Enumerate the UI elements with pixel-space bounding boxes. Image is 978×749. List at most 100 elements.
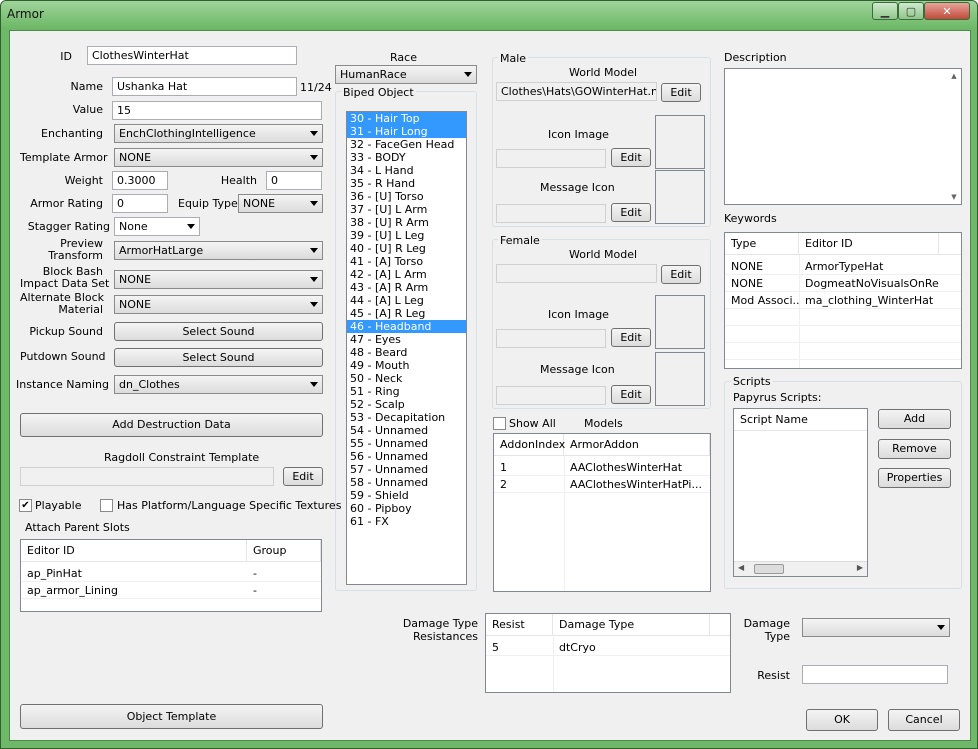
close-button[interactable]: ✕ (924, 2, 970, 20)
platform-textures-checkbox[interactable] (100, 499, 113, 512)
putdown-sound-button[interactable]: Select Sound (114, 348, 323, 367)
playable-checkbox[interactable]: ✔ (19, 499, 32, 512)
biped-list-item[interactable]: 60 - Pipboy (347, 502, 466, 515)
equip-type-select[interactable]: NONE (238, 194, 323, 213)
properties-button[interactable]: Properties (878, 468, 951, 488)
preview-transform-select[interactable]: ArmorHatLarge (114, 241, 323, 260)
add-script-button[interactable]: Add (878, 409, 951, 429)
table-row[interactable]: NONE ArmorTypeHat (725, 258, 961, 275)
alternate-block-select[interactable]: NONE (114, 295, 323, 314)
biped-list-item[interactable]: 59 - Shield (347, 489, 466, 502)
column-header-addon-index[interactable]: AddonIndex (494, 434, 565, 456)
male-icon-image-edit-button[interactable]: Edit (611, 148, 651, 167)
female-message-icon-edit-button[interactable]: Edit (611, 385, 651, 404)
column-header-editor-id[interactable]: Editor ID (21, 540, 247, 562)
horizontal-scrollbar[interactable]: ◀ ▶ (734, 561, 867, 576)
biped-list-item[interactable]: 50 - Neck (347, 372, 466, 385)
biped-list-item[interactable]: 54 - Unnamed (347, 424, 466, 437)
biped-object-list[interactable]: 30 - Hair Top 31 - Hair Long 32 - FaceGen … (346, 111, 467, 585)
column-header-group[interactable]: Group (247, 540, 321, 562)
biped-list-item[interactable]: 40 - [U] R Leg (347, 242, 466, 255)
column-header-type[interactable]: Type (725, 233, 799, 255)
biped-list-item[interactable]: 34 - L Hand (347, 164, 466, 177)
enchanting-select[interactable]: EnchClothingIntelligence (114, 124, 323, 143)
biped-list-item[interactable]: 58 - Unnamed (347, 476, 466, 489)
table-row[interactable]: 5 dtCryo (486, 639, 730, 656)
female-icon-image-edit-button[interactable]: Edit (611, 328, 651, 347)
table-row[interactable]: Mod Associ... ma_clothing_WinterHat (725, 292, 961, 309)
biped-list-item[interactable]: 43 - [A] R Arm (347, 281, 466, 294)
papyrus-scripts-list[interactable]: Script Name ◀ ▶ (733, 408, 868, 577)
stagger-select[interactable]: None (114, 217, 200, 236)
scroll-right-icon[interactable]: ▶ (857, 563, 863, 572)
biped-list-item[interactable]: 48 - Beard (347, 346, 466, 359)
biped-list-item[interactable]: 32 - FaceGen Head (347, 138, 466, 151)
scroll-down-icon[interactable]: ▼ (947, 190, 961, 204)
damage-type-select[interactable] (802, 618, 950, 637)
keywords-table[interactable]: Type Editor ID NONE ArmorTypeHat NONE Do… (724, 232, 962, 369)
add-destruction-data-button[interactable]: Add Destruction Data (20, 413, 323, 437)
race-select[interactable]: HumanRace (335, 65, 477, 84)
biped-list-item[interactable]: 35 - R Hand (347, 177, 466, 190)
table-row[interactable]: NONE DogmeatNoVisualsOnRe... (725, 275, 961, 292)
block-bash-select[interactable]: NONE (114, 270, 323, 289)
biped-list-item[interactable]: 41 - [A] Torso (347, 255, 466, 268)
biped-list-item[interactable]: 45 - [A] R Leg (347, 307, 466, 320)
biped-list-item[interactable]: 61 - FX (347, 515, 466, 528)
show-all-checkbox[interactable] (493, 417, 506, 430)
female-world-model-input[interactable] (496, 264, 657, 283)
female-message-icon-input[interactable] (496, 386, 606, 405)
male-message-icon-edit-button[interactable]: Edit (611, 203, 651, 222)
object-template-button[interactable]: Object Template (20, 704, 323, 729)
value-input[interactable]: 15 (112, 101, 322, 120)
male-icon-image-input[interactable] (496, 149, 606, 168)
remove-script-button[interactable]: Remove (878, 439, 951, 459)
weight-input[interactable]: 0.3000 (112, 171, 168, 190)
biped-list-item[interactable]: 42 - [A] L Arm (347, 268, 466, 281)
biped-list-item[interactable]: 44 - [A] L Leg (347, 294, 466, 307)
biped-list-item[interactable]: 53 - Decapitation (347, 411, 466, 424)
pickup-sound-button[interactable]: Select Sound (114, 322, 323, 341)
biped-list-item[interactable]: 31 - Hair Long (347, 125, 466, 138)
column-header-resist[interactable]: Resist (486, 614, 553, 636)
scroll-left-icon[interactable]: ◀ (738, 563, 744, 572)
name-input[interactable]: Ushanka Hat (112, 77, 297, 96)
scrollbar-thumb[interactable] (754, 564, 784, 574)
table-row[interactable]: ap_armor_Lining - (21, 582, 321, 599)
description-textarea[interactable]: ▲ ▼ (724, 68, 962, 205)
male-world-model-input[interactable]: Clothes\Hats\GOWinterHat.nif (496, 82, 657, 101)
minimize-button[interactable]: ▁ (872, 2, 898, 20)
biped-list-item[interactable]: 30 - Hair Top (347, 112, 466, 125)
biped-list-item[interactable]: 51 - Ring (347, 385, 466, 398)
models-table[interactable]: AddonIndex ArmorAddon 1 AAClothesWinterH… (493, 433, 711, 592)
female-world-model-edit-button[interactable]: Edit (661, 265, 701, 284)
biped-list-item[interactable]: 56 - Unnamed (347, 450, 466, 463)
table-row[interactable]: 1 AAClothesWinterHat (494, 459, 710, 476)
instance-naming-select[interactable]: dn_Clothes (114, 375, 323, 394)
biped-list-item[interactable]: 55 - Unnamed (347, 437, 466, 450)
biped-list-item[interactable]: 33 - BODY (347, 151, 466, 164)
column-header-script-name[interactable]: Script Name (734, 409, 867, 431)
armor-rating-input[interactable]: 0 (112, 194, 168, 213)
maximize-button[interactable]: ▢ (898, 2, 924, 20)
biped-list-item[interactable]: 37 - [U] L Arm (347, 203, 466, 216)
ragdoll-edit-button[interactable]: Edit (283, 467, 323, 486)
biped-list-item[interactable]: 49 - Mouth (347, 359, 466, 372)
id-input[interactable]: ClothesWinterHat (87, 46, 297, 65)
male-world-model-edit-button[interactable]: Edit (661, 83, 701, 102)
ok-button[interactable]: OK (806, 709, 878, 731)
ragdoll-input[interactable] (20, 467, 274, 486)
scroll-up-icon[interactable]: ▲ (947, 69, 961, 83)
female-icon-image-input[interactable] (496, 329, 606, 348)
biped-list-item[interactable]: 39 - [U] L Leg (347, 229, 466, 242)
biped-list-item[interactable]: 46 - Headband (347, 320, 466, 333)
biped-list-item[interactable]: 57 - Unnamed (347, 463, 466, 476)
damage-resistances-table[interactable]: Resist Damage Type 5 dtCryo (485, 613, 731, 693)
biped-list-item[interactable]: 38 - [U] R Arm (347, 216, 466, 229)
resist-input[interactable] (802, 665, 948, 684)
title-bar[interactable]: Armor ▁ ▢ ✕ (1, 1, 977, 29)
cancel-button[interactable]: Cancel (888, 709, 960, 731)
biped-list-item[interactable]: 52 - Scalp (347, 398, 466, 411)
column-header-armor-addon[interactable]: ArmorAddon (564, 434, 710, 456)
table-row[interactable]: ap_PinHat - (21, 565, 321, 582)
